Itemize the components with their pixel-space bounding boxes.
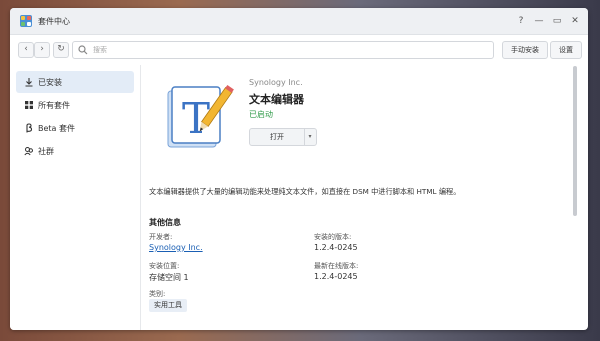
text-editor-app-icon: T [167,84,234,148]
package-name: 文本编辑器 [249,93,304,106]
status-text: 已启动 [249,110,273,119]
chevron-down-icon[interactable]: ▾ [304,129,316,145]
sidebar-item-beta[interactable]: Beta 套件 [16,117,134,139]
package-center-icon [20,15,32,27]
latest-version-label: 最新在线版本: [314,262,359,270]
back-button[interactable]: ‹ [18,42,34,58]
installed-version-label: 安装的版本: [314,233,352,241]
location-label: 安装位置: [149,262,180,270]
sidebar-item-installed[interactable]: 已安装 [16,71,134,93]
scrollbar[interactable] [573,66,577,216]
search-input[interactable]: 搜索 [72,41,494,59]
section-title-other-info: 其他信息 [149,218,181,227]
sidebar-item-community[interactable]: 社群 [16,140,134,162]
open-button[interactable]: 打开 [250,129,305,145]
package-detail-panel: T Synology Inc. 文本编辑器 已启动 打开 ▾ 文本编辑器提供了大… [141,65,578,330]
grid-icon [25,101,33,109]
sidebar: 已安装 所有套件 Beta 套件 社群 [10,65,141,330]
package-description: 文本编辑器提供了大量的编辑功能来处理纯文本文件，如直接在 DSM 中进行脚本和 … [149,187,461,196]
category-label: 类别: [149,290,166,298]
title-bar: 套件中心 ? — ▭ ✕ [10,8,588,35]
sidebar-item-label: 所有套件 [38,101,70,110]
open-button-group: 打开 ▾ [249,128,317,146]
download-icon [25,78,33,87]
manual-install-button[interactable]: 手动安装 [502,41,548,59]
latest-version-value: 1.2.4-0245 [314,272,358,281]
location-value: 存储空间 1 [149,273,189,282]
community-icon [24,147,34,156]
sidebar-item-label: Beta 套件 [38,124,75,133]
maximize-button[interactable]: ▭ [550,14,564,28]
window-title: 套件中心 [38,17,70,26]
package-center-window: 套件中心 ? — ▭ ✕ ‹ › ↻ 搜索 手动安装 设置 已安装 所有套件 B… [10,8,588,330]
close-button[interactable]: ✕ [568,14,582,28]
search-placeholder: 搜索 [93,46,107,54]
sidebar-item-label: 已安装 [38,78,62,87]
sidebar-item-label: 社群 [38,147,54,156]
developer-link[interactable]: Synology Inc. [149,243,203,252]
search-icon [78,45,88,55]
toolbar: ‹ › ↻ 搜索 手动安装 设置 [10,35,588,65]
refresh-button[interactable]: ↻ [53,42,69,58]
developer-label: 开发者: [149,233,173,241]
package-vendor: Synology Inc. [249,78,303,87]
forward-button[interactable]: › [34,42,50,58]
sidebar-item-all-packages[interactable]: 所有套件 [16,94,134,116]
category-tag[interactable]: 实用工具 [149,299,187,312]
beta-icon [26,123,33,133]
minimize-button[interactable]: — [532,14,546,28]
help-button[interactable]: ? [514,14,528,28]
installed-version-value: 1.2.4-0245 [314,243,358,252]
settings-button[interactable]: 设置 [550,41,582,59]
